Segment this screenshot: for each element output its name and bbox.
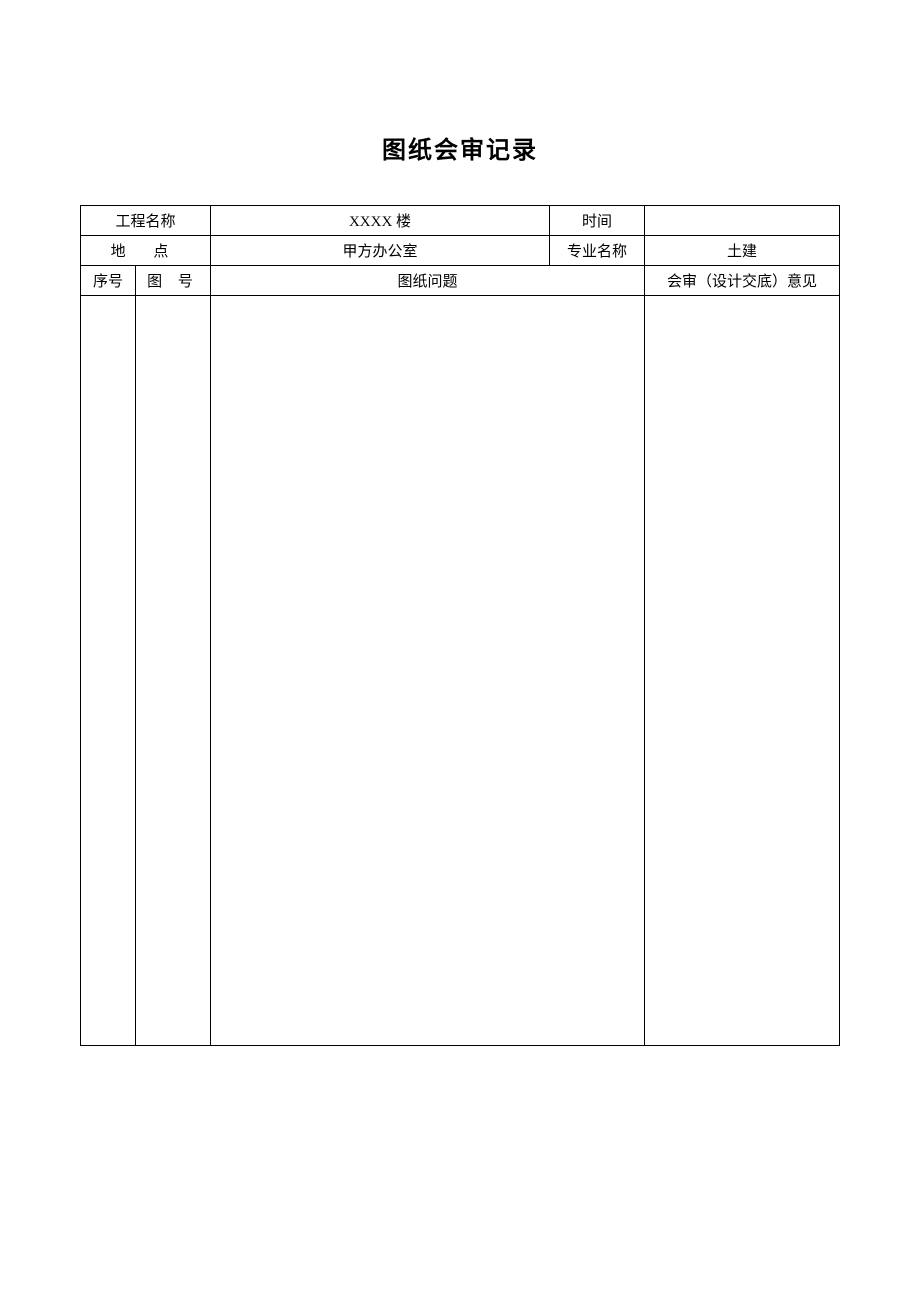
time-label: 时间 [550, 206, 645, 236]
table-row-body [81, 296, 840, 1046]
project-name-label: 工程名称 [81, 206, 211, 236]
location-label: 地 点 [81, 236, 211, 266]
table-row-header: 序号 图 号 图纸问题 会审（设计交底）意见 [81, 266, 840, 296]
location-value: 甲方办公室 [211, 236, 550, 266]
drawing-issue-cell [211, 296, 645, 1046]
specialty-value: 土建 [645, 236, 840, 266]
seq-header: 序号 [81, 266, 136, 296]
project-name-value: XXXX 楼 [211, 206, 550, 236]
page-title: 图纸会审记录 [80, 130, 840, 165]
review-record-table: 工程名称 XXXX 楼 时间 地 点 甲方办公室 专业名称 土建 序号 图 号 … [80, 205, 840, 1046]
opinion-header: 会审（设计交底）意见 [645, 266, 840, 296]
specialty-label: 专业名称 [550, 236, 645, 266]
time-value [645, 206, 840, 236]
table-row-location: 地 点 甲方办公室 专业名称 土建 [81, 236, 840, 266]
opinion-cell [645, 296, 840, 1046]
drawing-no-cell [136, 296, 211, 1046]
drawing-no-header: 图 号 [136, 266, 211, 296]
drawing-issue-header: 图纸问题 [211, 266, 645, 296]
seq-cell [81, 296, 136, 1046]
table-row-project: 工程名称 XXXX 楼 时间 [81, 206, 840, 236]
